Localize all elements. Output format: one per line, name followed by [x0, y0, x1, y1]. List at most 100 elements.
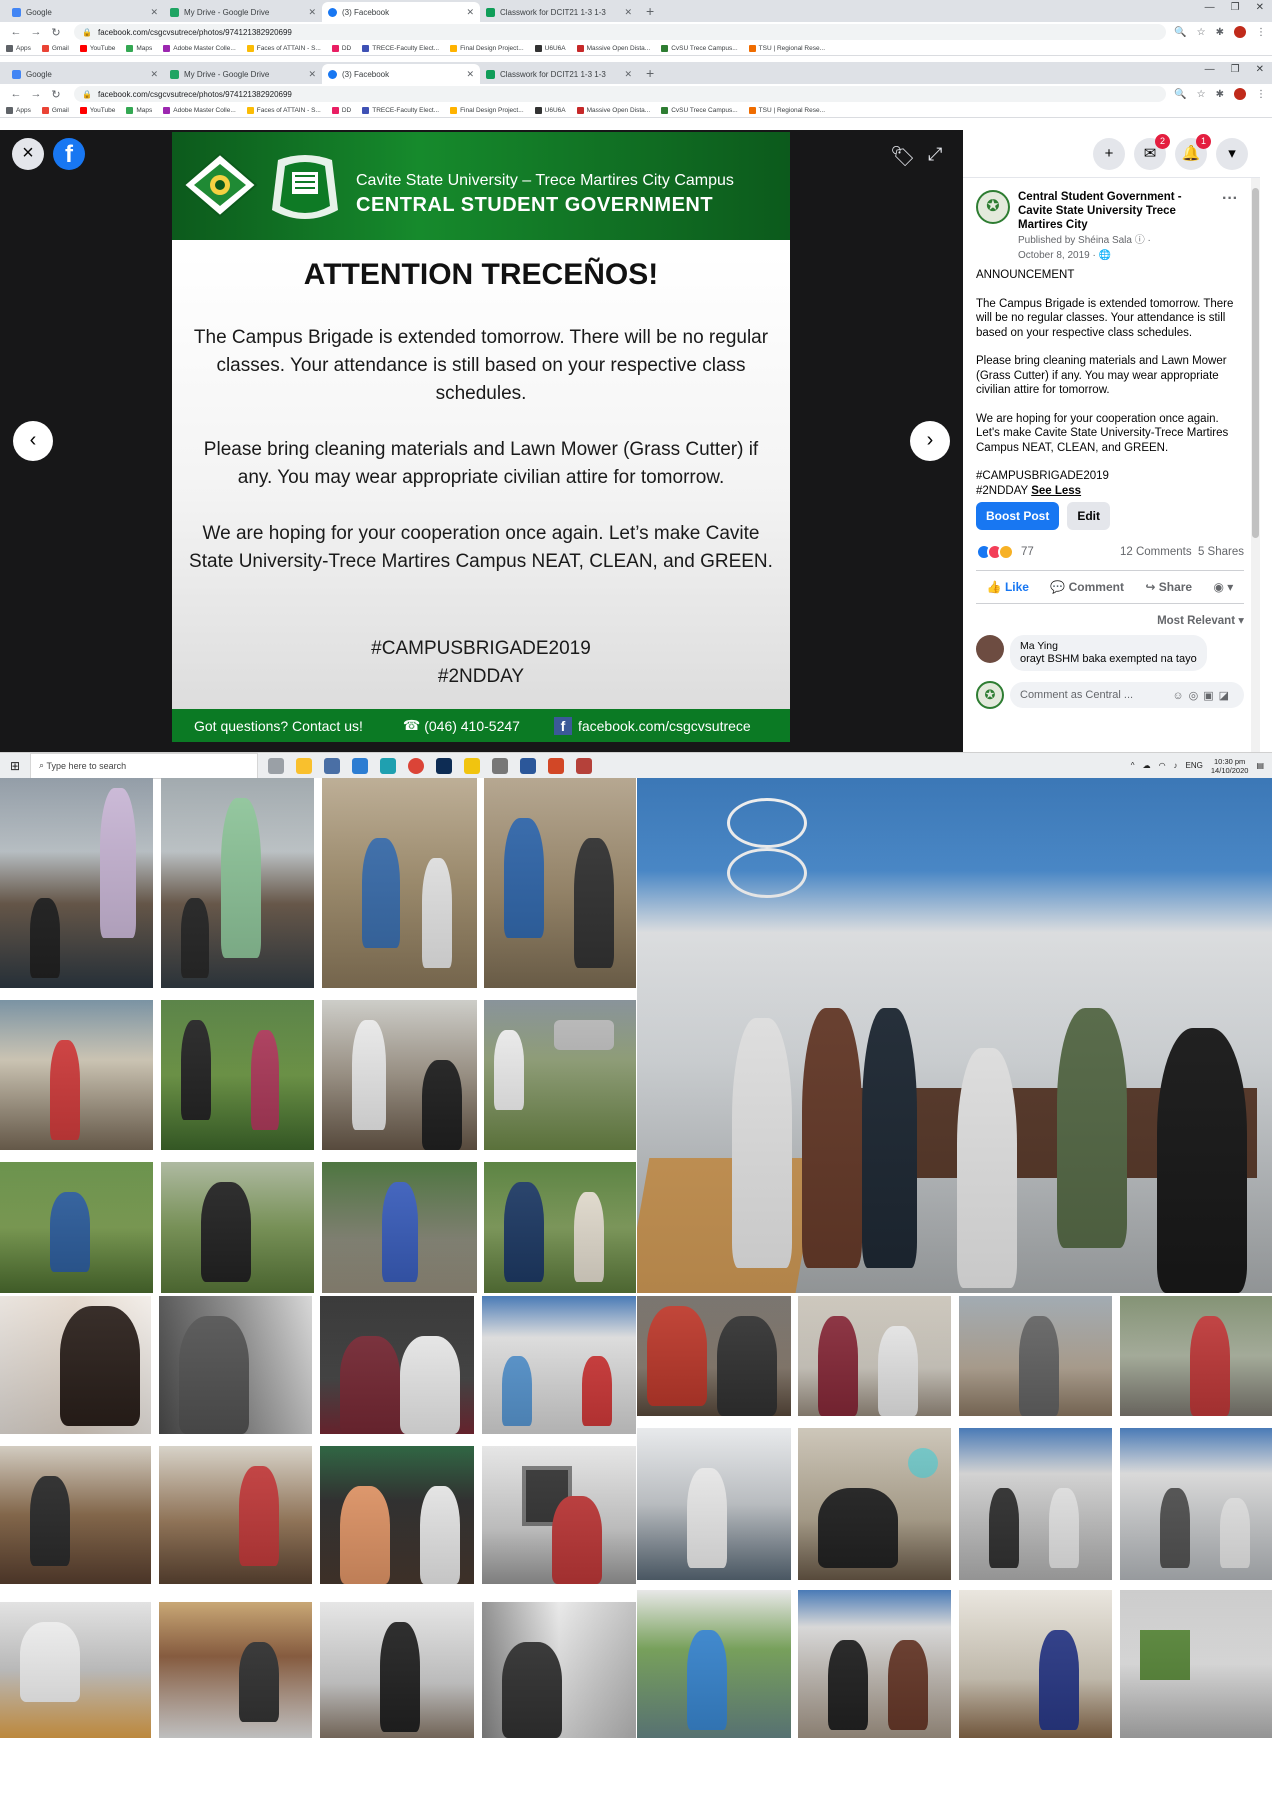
bookmark-u6u6a[interactable]: U6U6A: [534, 107, 566, 114]
profile-avatar[interactable]: [1234, 26, 1246, 38]
extensions-icon[interactable]: ✱: [1216, 27, 1224, 38]
close-tab-icon[interactable]: ✕: [150, 7, 158, 18]
comment-author[interactable]: Ma Ying: [1020, 640, 1197, 653]
cloud-icon[interactable]: ☁: [1143, 761, 1151, 770]
tab-classroom[interactable]: Classwork for DCIT21 1-3 1-3 ✕: [480, 2, 638, 22]
close-tab-icon[interactable]: ✕: [624, 7, 632, 18]
close-tab-icon[interactable]: ✕: [308, 69, 316, 80]
restore-icon[interactable]: ❐: [1231, 64, 1240, 75]
clock[interactable]: 10:30 pm 14/10/2020: [1211, 757, 1249, 775]
taskbar-search[interactable]: ⌕ Type here to search: [30, 752, 258, 779]
task-view-icon[interactable]: [268, 757, 284, 774]
address-bar[interactable]: 🔒 facebook.com/csgcvsutrece/photos/974121…: [74, 86, 1167, 102]
notifications-icon[interactable]: 🔔 1: [1175, 133, 1211, 170]
bookmark-faces[interactable]: Faces of ATTAIN - S...: [246, 107, 321, 114]
bookmark-adobe[interactable]: Adobe Master Colle...: [163, 107, 236, 114]
sidebar-scroll-thumb[interactable]: [1252, 188, 1259, 538]
previous-photo-button[interactable]: ‹: [13, 421, 53, 461]
shares-count[interactable]: 5 Shares: [1198, 546, 1244, 558]
post-as-selector[interactable]: ◉ ▾: [1213, 580, 1233, 594]
bookmark-final-design[interactable]: Final Design Project...: [450, 45, 524, 52]
star-icon[interactable]: ☆: [1197, 27, 1206, 38]
comment-button[interactable]: 💬 Comment: [1050, 580, 1124, 594]
language-indicator[interactable]: ENG: [1186, 761, 1203, 770]
bookmark-apps[interactable]: Apps: [6, 107, 31, 114]
bookmark-maps[interactable]: Maps: [126, 107, 152, 114]
extensions-icon[interactable]: ✱: [1216, 89, 1224, 100]
photoshop-icon[interactable]: [436, 757, 452, 774]
chevron-up-icon[interactable]: ^: [1131, 761, 1135, 770]
bookmark-tsu[interactable]: TSU | Regional Rese...: [748, 45, 825, 52]
calculator-icon[interactable]: [324, 757, 340, 774]
notification-center-icon[interactable]: ▤: [1256, 761, 1264, 770]
close-tab-icon[interactable]: ✕: [466, 69, 474, 80]
create-icon[interactable]: +: [1093, 137, 1125, 170]
bookmark-maps[interactable]: Maps: [126, 45, 152, 52]
hashtag-link[interactable]: #2NDDAY: [976, 485, 1028, 497]
bookmark-trece-faculty[interactable]: TRECE-Faculty Elect...: [362, 107, 439, 114]
tab-google[interactable]: Google ✕: [6, 2, 164, 22]
bookmark-massive-open[interactable]: Massive Open Dista...: [576, 45, 650, 52]
close-window-icon[interactable]: ✕: [1256, 64, 1264, 75]
bookmark-u6u6a[interactable]: U6U6A: [534, 45, 566, 52]
new-tab-button[interactable]: +: [646, 64, 654, 84]
tab-drive[interactable]: My Drive - Google Drive ✕: [164, 2, 322, 22]
gif-icon[interactable]: ▣: [1203, 690, 1218, 702]
tab-classroom[interactable]: Classwork for DCIT21 1-3 1-3 ✕: [480, 64, 638, 84]
forward-icon[interactable]: →: [26, 26, 46, 38]
tab-facebook[interactable]: (3) Facebook ✕: [322, 64, 480, 84]
app-grid-icon[interactable]: [576, 757, 592, 774]
restore-icon[interactable]: ❐: [1231, 2, 1240, 13]
fullscreen-icon[interactable]: ⤢: [928, 144, 942, 165]
close-icon[interactable]: ×: [12, 138, 44, 170]
page-name[interactable]: Central Student Government - Cavite Stat…: [1018, 190, 1208, 232]
boost-post-button[interactable]: Boost Post: [976, 502, 1060, 530]
close-tab-icon[interactable]: ✕: [624, 69, 632, 80]
edit-button[interactable]: Edit: [1067, 502, 1111, 530]
new-tab-button[interactable]: +: [646, 2, 654, 22]
settings-icon[interactable]: [492, 757, 508, 774]
edge-icon[interactable]: [380, 757, 396, 774]
file-explorer-icon[interactable]: [296, 757, 312, 774]
post-date[interactable]: October 8, 2019: [1018, 250, 1090, 261]
close-tab-icon[interactable]: ✕: [466, 7, 474, 18]
comment-input[interactable]: Comment as Central ... ☺◎▣◪: [1010, 682, 1244, 708]
bookmark-gmail[interactable]: Gmail: [41, 45, 69, 52]
close-window-icon[interactable]: ✕: [1256, 2, 1264, 13]
reload-icon[interactable]: ↻: [46, 88, 66, 101]
messenger-icon[interactable]: ✉ 2: [1134, 133, 1170, 170]
share-button[interactable]: ↪ Share: [1145, 580, 1192, 594]
wifi-icon[interactable]: ◠: [1159, 761, 1166, 770]
bookmark-trece-faculty[interactable]: TRECE-Faculty Elect...: [362, 45, 439, 52]
volume-icon[interactable]: ♪: [1174, 761, 1178, 770]
zoom-icon[interactable]: 🔍: [1174, 89, 1186, 100]
emoji-icon[interactable]: ☺: [1172, 690, 1188, 702]
comments-count[interactable]: 12 Comments: [1120, 546, 1192, 558]
info-icon[interactable]: ⓘ: [1135, 235, 1145, 246]
reload-icon[interactable]: ↻: [46, 26, 66, 39]
tab-google[interactable]: Google ✕: [6, 64, 164, 84]
menu-icon[interactable]: ⋮: [1256, 89, 1266, 100]
bookmark-adobe[interactable]: Adobe Master Colle...: [163, 45, 236, 52]
tab-drive[interactable]: My Drive - Google Drive ✕: [164, 64, 322, 84]
bookmark-apps[interactable]: Apps: [6, 45, 31, 52]
back-icon[interactable]: ←: [6, 88, 26, 100]
minimize-icon[interactable]: —: [1205, 64, 1215, 75]
bookmark-final-design[interactable]: Final Design Project...: [450, 107, 524, 114]
app-icon[interactable]: [352, 757, 368, 774]
see-less-link[interactable]: See Less: [1031, 485, 1081, 497]
bookmark-youtube[interactable]: YouTube: [79, 45, 115, 52]
close-tab-icon[interactable]: ✕: [150, 69, 158, 80]
account-menu-icon[interactable]: ▾: [1216, 137, 1248, 170]
like-button[interactable]: 👍 Like: [987, 580, 1029, 594]
bookmark-massive-open[interactable]: Massive Open Dista...: [576, 107, 650, 114]
tag-photo-icon[interactable]: 🏷: [890, 144, 915, 169]
bookmark-gmail[interactable]: Gmail: [41, 107, 69, 114]
reaction-icons[interactable]: 77: [976, 544, 1034, 560]
sticker-icon[interactable]: ◪: [1219, 690, 1234, 702]
bookmark-cvsu-trece[interactable]: CvSU Trece Campus...: [661, 107, 738, 114]
next-photo-button[interactable]: ›: [910, 421, 950, 461]
close-tab-icon[interactable]: ✕: [308, 7, 316, 18]
more-options-icon[interactable]: ···: [1222, 190, 1238, 208]
page-avatar[interactable]: ✪: [976, 190, 1010, 224]
